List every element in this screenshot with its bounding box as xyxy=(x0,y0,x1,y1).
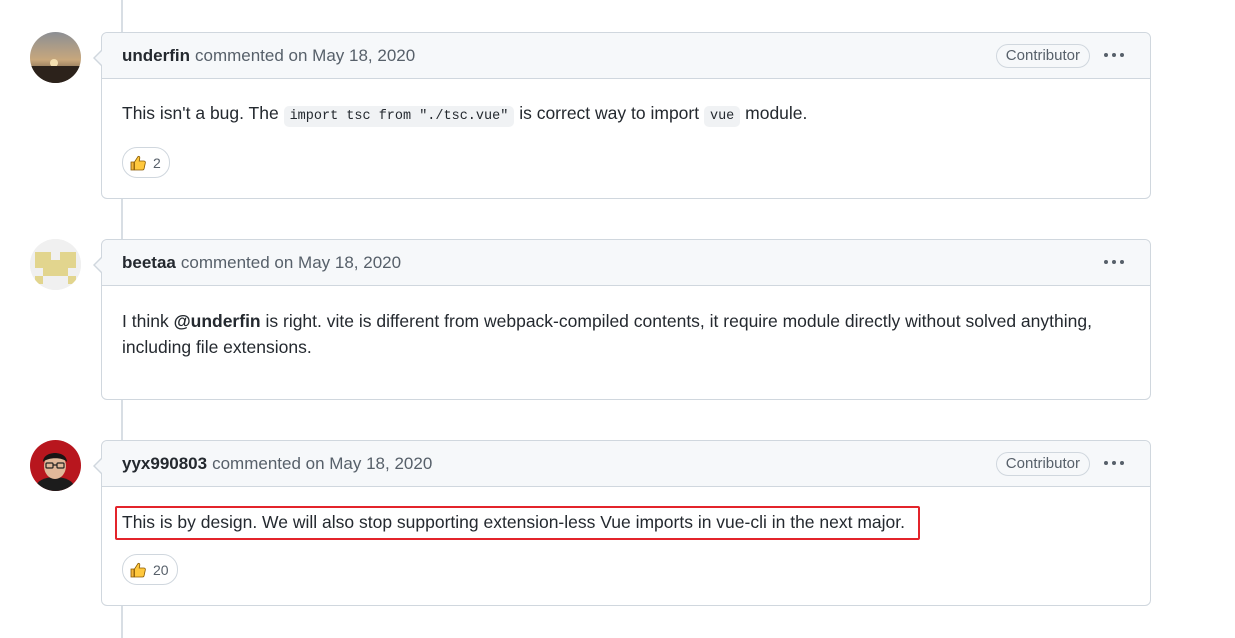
comment-box: beetaa commented on May 18, 2020 I think… xyxy=(93,239,1151,400)
comment-timestamp[interactable]: commented on May 18, 2020 xyxy=(212,454,432,474)
comment-body: This isn't a bug. The import tsc from ".… xyxy=(102,79,1150,130)
comment-box: yyx990803 commented on May 18, 2020 Cont… xyxy=(93,440,1151,606)
contributor-badge: Contributor xyxy=(995,44,1090,68)
kebab-horizontal-icon[interactable] xyxy=(1100,42,1128,68)
thumbs-up-icon xyxy=(130,155,146,170)
comment-box: underfin commented on May 18, 2020 Contr… xyxy=(93,32,1151,199)
contributor-badge: Contributor xyxy=(995,452,1090,476)
comment-body: This is by design. We will also stop sup… xyxy=(102,487,1150,540)
reaction-count: 20 xyxy=(153,561,169,578)
body-text: I think xyxy=(122,311,174,331)
comment-timestamp[interactable]: commented on May 18, 2020 xyxy=(181,253,401,273)
comment-header: yyx990803 commented on May 18, 2020 Cont… xyxy=(102,441,1150,487)
avatar-yyx990803-icon xyxy=(30,440,81,491)
body-text: is right. vite is different from webpack… xyxy=(260,311,1092,331)
kebab-horizontal-icon[interactable] xyxy=(1100,249,1128,275)
inline-code: import tsc from "./tsc.vue" xyxy=(283,106,515,127)
avatar-underfin-icon xyxy=(30,32,81,83)
user-mention-link[interactable]: @underfin xyxy=(174,311,261,331)
reaction-count: 2 xyxy=(153,154,161,171)
comment-timestamp[interactable]: commented on May 18, 2020 xyxy=(195,46,415,66)
body-text: including file extensions. xyxy=(122,337,312,357)
comment-header: beetaa commented on May 18, 2020 xyxy=(102,240,1150,286)
author-link[interactable]: underfin xyxy=(122,46,190,66)
avatar[interactable] xyxy=(30,239,81,290)
reaction-thumbs-up-button[interactable]: 20 xyxy=(122,554,178,585)
author-link[interactable]: yyx990803 xyxy=(122,454,207,474)
inline-code: vue xyxy=(703,106,741,127)
kebab-horizontal-icon[interactable] xyxy=(1100,450,1128,476)
body-text: is correct way to import xyxy=(514,103,704,123)
thumbs-up-icon xyxy=(130,562,146,577)
author-link[interactable]: beetaa xyxy=(122,253,176,273)
comment-header: underfin commented on May 18, 2020 Contr… xyxy=(102,33,1150,79)
body-text: module. xyxy=(740,103,808,123)
avatar[interactable] xyxy=(30,440,81,491)
body-text: This isn't a bug. The xyxy=(122,103,284,123)
reaction-thumbs-up-button[interactable]: 2 xyxy=(122,147,170,178)
body-text: This is by design. We will also stop sup… xyxy=(122,512,905,532)
avatar-beetaa-icon xyxy=(30,239,81,290)
avatar[interactable] xyxy=(30,32,81,83)
comment-body: I think @underfin is right. vite is diff… xyxy=(102,286,1150,360)
